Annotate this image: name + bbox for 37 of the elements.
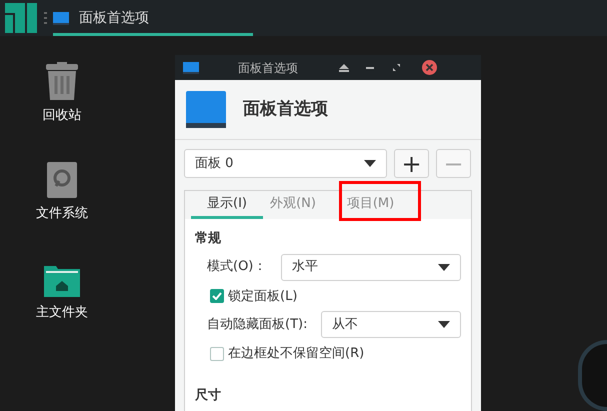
desktop-icon-label: 主文件夹 xyxy=(36,304,88,322)
minimize-icon[interactable] xyxy=(366,66,374,68)
panel-dropdown[interactable]: 面板 0 xyxy=(184,149,387,178)
handle-icon xyxy=(44,12,47,24)
dropdown[interactable]: 从不 xyxy=(321,311,461,338)
caret-icon xyxy=(438,321,450,328)
window-icon xyxy=(183,62,199,74)
checkbox[interactable] xyxy=(210,346,224,361)
desktop-icon-label: 回收站 xyxy=(42,107,82,125)
section-title: 尺寸 xyxy=(195,386,222,404)
home-folder-icon xyxy=(44,264,80,297)
panel-icon xyxy=(186,91,226,128)
logo-icon[interactable] xyxy=(5,3,37,33)
trash-icon xyxy=(45,62,79,100)
maximize-icon[interactable] xyxy=(393,64,400,71)
close-icon[interactable] xyxy=(422,60,437,75)
desktop-icon-label: 文件系统 xyxy=(36,205,88,223)
add-button[interactable]: + xyxy=(394,149,429,178)
checkbox-label: 锁定面板(L) xyxy=(228,288,298,306)
caret-icon xyxy=(438,264,450,270)
window-icon xyxy=(53,12,69,24)
checkbox-label: 在边框处不保留空间(R) xyxy=(228,345,364,363)
checkbox[interactable] xyxy=(210,289,224,304)
section-title: 常规 xyxy=(195,230,222,248)
drive-icon xyxy=(47,162,77,198)
dialog-heading: 面板首选项 xyxy=(243,98,328,121)
shade-icon[interactable] xyxy=(339,64,349,72)
dropdown[interactable]: 水平 xyxy=(281,254,461,280)
desktop-icon[interactable]: 回收站 xyxy=(22,62,102,126)
taskbar-task[interactable]: 面板首选项 xyxy=(53,0,253,36)
caret-icon xyxy=(364,160,376,167)
field-label: 模式(O)： xyxy=(207,258,266,276)
desktop-icon[interactable]: 主文件夹 xyxy=(22,264,102,322)
field-label: 自动隐藏面板(T): xyxy=(207,316,308,334)
desktop-icon[interactable]: 文件系统 xyxy=(22,162,102,224)
dark-circle-drawing xyxy=(578,340,607,411)
window-title: 面板首选项 xyxy=(238,60,298,76)
